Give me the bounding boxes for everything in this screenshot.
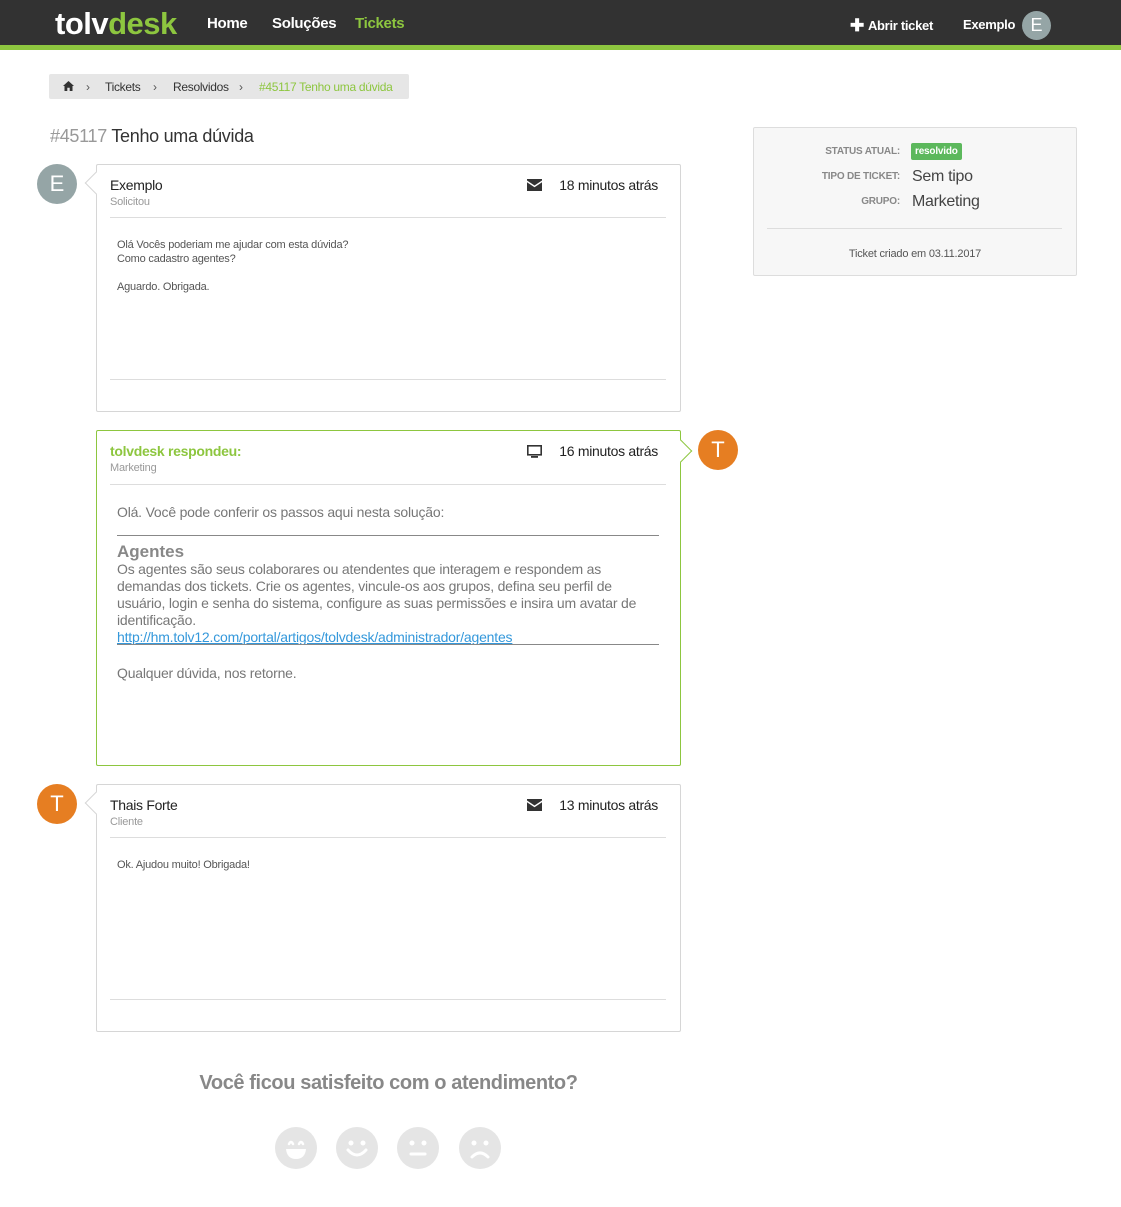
chevron-right-icon: › — [239, 80, 243, 94]
card-arrow — [84, 791, 108, 815]
message-closing: Qualquer dúvida, nos retorne. — [117, 665, 297, 681]
user-name[interactable]: Exemplo — [963, 17, 1015, 32]
chevron-right-icon: › — [153, 80, 157, 94]
message-line: Como cadastro agentes? — [117, 253, 236, 265]
message-role: Cliente — [110, 816, 143, 828]
article-description: Os agentes são seus colaborares ou atend… — [117, 561, 637, 628]
message-body: Olá Vocês poderiam me ajudar com esta dú… — [117, 238, 349, 294]
page-title: #45117 Tenho uma dúvida — [50, 126, 254, 147]
home-icon[interactable] — [63, 81, 74, 91]
breadcrumb-resolvidos[interactable]: Resolvidos — [173, 80, 229, 94]
message-author: Exemplo — [110, 177, 163, 193]
logo-text-part1: tolv — [55, 6, 109, 41]
group-value: Marketing — [912, 193, 980, 210]
message-intro: Olá. Você pode conferir os passos aqui n… — [117, 504, 445, 520]
user-avatar[interactable]: E — [1022, 11, 1051, 40]
monitor-icon — [527, 445, 542, 458]
avatar: T — [698, 430, 738, 470]
card-arrow — [669, 439, 693, 463]
divider — [110, 217, 666, 218]
breadcrumb-tickets[interactable]: Tickets — [105, 80, 141, 94]
message-card: Thais Forte Cliente 13 minutos atrás Ok.… — [84, 784, 681, 1032]
avatar: E — [37, 164, 77, 204]
envelope-icon — [527, 179, 542, 191]
message-line: Olá Vocês poderiam me ajudar com esta dú… — [117, 239, 349, 251]
ticket-info-panel: STATUS ATUAL: resolvido TIPO DE TICKET: … — [753, 127, 1077, 276]
status-label: STATUS ATUAL: — [825, 146, 900, 157]
top-navbar: tolvdesk Home Soluções Tickets ✚ Abrir ti… — [0, 0, 1121, 50]
message-card: Exemplo Solicitou 18 minutos atrás Olá V… — [84, 164, 681, 412]
breadcrumb-current: #45117 Tenho uma dúvida — [259, 80, 393, 94]
message-author: Thais Forte — [110, 797, 178, 813]
group-label: GRUPO: — [861, 196, 900, 207]
happy-face-icon[interactable] — [336, 1127, 378, 1169]
type-label: TIPO DE TICKET: — [821, 171, 900, 182]
breadcrumb: › Tickets › Resolvidos › #45117 Tenho um… — [49, 74, 409, 99]
article-divider — [117, 644, 659, 645]
divider — [767, 228, 1062, 229]
type-value: Sem tipo — [912, 168, 973, 185]
created-date: Ticket criado em 03.11.2017 — [848, 248, 982, 260]
neutral-face-icon[interactable] — [397, 1127, 439, 1169]
avatar: T — [37, 784, 77, 824]
satisfaction-question: Você ficou satisfeito com o atendimento? — [199, 1072, 578, 1094]
message-line: Ok. Ajudou muito! Obrigada! — [117, 859, 250, 871]
card-arrow — [84, 171, 108, 195]
nav-tickets[interactable]: Tickets — [355, 15, 405, 32]
divider — [110, 999, 666, 1000]
article-link[interactable]: http://hm.tolv12.com/portal/artigos/tolv… — [117, 629, 513, 645]
logo[interactable]: tolvdesk — [55, 6, 177, 42]
message-time: 13 minutos atrás — [559, 797, 658, 813]
logo-text-part2: desk — [108, 6, 177, 41]
message-time: 18 minutos atrás — [559, 177, 658, 193]
agent-reply-card: tolvdesk respondeu: Marketing 16 minutos… — [96, 430, 693, 766]
nav-solucoes[interactable]: Soluções — [272, 15, 337, 32]
message-time: 16 minutos atrás — [559, 443, 658, 459]
ticket-title: Tenho uma dúvida — [111, 126, 254, 146]
plus-icon: ✚ — [850, 16, 864, 35]
article-title: Agentes — [117, 542, 185, 561]
divider — [110, 837, 666, 838]
message-role: Solicitou — [110, 196, 150, 208]
message-body: Ok. Ajudou muito! Obrigada! — [117, 858, 250, 872]
nav-home[interactable]: Home — [207, 15, 248, 32]
divider — [110, 379, 666, 380]
open-ticket-button[interactable]: ✚ Abrir ticket — [850, 15, 933, 35]
open-ticket-label: Abrir ticket — [867, 18, 933, 33]
status-badge: resolvido — [911, 143, 962, 160]
message-line: Aguardo. Obrigada. — [117, 281, 210, 293]
ticket-number: #45117 — [50, 126, 107, 146]
article-divider — [117, 535, 659, 536]
envelope-icon — [527, 799, 542, 811]
divider — [110, 484, 666, 485]
sad-face-icon[interactable] — [459, 1127, 501, 1169]
message-role: Marketing — [110, 462, 157, 474]
very-happy-face-icon[interactable] — [275, 1127, 317, 1169]
chevron-right-icon: › — [86, 80, 90, 94]
message-author: tolvdesk respondeu: — [110, 443, 242, 459]
